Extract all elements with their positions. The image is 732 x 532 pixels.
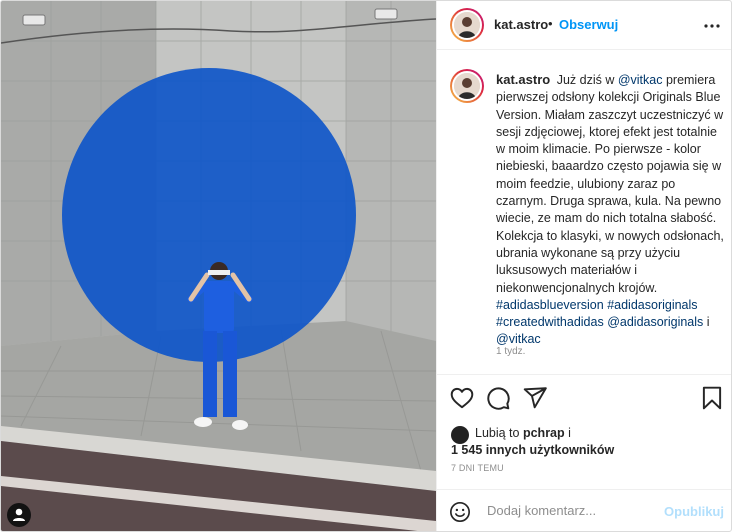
caption-text: kat.astro Już dziś w @vitkac premiera pi… <box>496 71 728 349</box>
hashtag-adidasblueversion[interactable]: #adidasblueversion <box>496 298 604 312</box>
camera-right <box>374 8 398 20</box>
header-avatar[interactable] <box>450 8 484 42</box>
likes-suffix: i <box>564 426 571 440</box>
header-avatar-image <box>452 10 482 40</box>
avatar-icon <box>454 12 480 38</box>
bookmark-icon[interactable] <box>699 385 725 411</box>
user-tag-icon[interactable] <box>7 503 31 527</box>
comment-input[interactable] <box>487 503 657 518</box>
post-photo[interactable] <box>1 1 436 531</box>
caption-username[interactable]: kat.astro <box>496 72 550 87</box>
camera-left <box>22 14 46 26</box>
comment-icon[interactable] <box>485 385 511 411</box>
caption-time[interactable]: 1 tydz. <box>496 346 525 357</box>
follow-button[interactable]: Obserwuj <box>559 17 618 32</box>
share-icon[interactable] <box>522 385 548 411</box>
photo-scene <box>1 1 436 531</box>
mention-adidasoriginals[interactable]: @adidasoriginals <box>607 315 703 329</box>
post-header: kat.astro • Obserwuj <box>437 1 731 50</box>
likes-line-1: Lubią to pchrap i <box>475 425 571 442</box>
caption-text-2: premiera pierwszej odsłony kolekcji Orig… <box>496 73 724 295</box>
action-bar <box>437 374 731 422</box>
header-separator: • <box>548 16 553 31</box>
caption-conj: i <box>703 315 710 330</box>
likes-line-2: 1 545 innych użytkowników <box>451 442 614 459</box>
header-username[interactable]: kat.astro <box>494 17 548 32</box>
caption-avatar[interactable] <box>450 69 484 103</box>
side-panel: kat.astro • Obserwuj kat.astro Już dziś … <box>436 1 731 531</box>
caption-avatar-image <box>452 71 482 101</box>
comment-box: Opublikuj <box>437 489 731 531</box>
avatar-icon <box>454 73 480 99</box>
caption-text-1: Już dziś w <box>556 73 618 87</box>
mention-vitkac[interactable]: @vitkac <box>618 73 663 87</box>
publish-button[interactable]: Opublikuj <box>664 504 724 519</box>
mention-vitkac-2[interactable]: @vitkac <box>496 332 541 346</box>
likes-count[interactable]: 1 545 innych użytkowników <box>451 443 614 457</box>
liker-username[interactable]: pchrap <box>523 426 565 440</box>
hashtag-createdwithadidas[interactable]: #createdwithadidas <box>496 315 604 329</box>
smiley-icon[interactable] <box>449 501 471 523</box>
instagram-post: kat.astro • Obserwuj kat.astro Już dziś … <box>0 0 732 532</box>
ellipsis-icon[interactable] <box>704 19 720 33</box>
post-date[interactable]: 7 DNI TEMU <box>451 463 504 473</box>
likes-prefix: Lubią to <box>475 426 523 440</box>
heart-icon[interactable] <box>449 385 475 411</box>
user-tag-glyph <box>13 508 25 521</box>
hashtag-adidasoriginals[interactable]: #adidasoriginals <box>607 298 697 312</box>
